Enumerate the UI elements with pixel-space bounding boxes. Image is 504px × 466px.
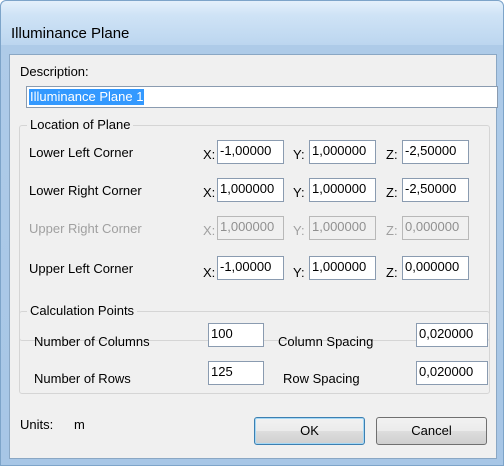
window-title: Illuminance Plane bbox=[11, 25, 130, 42]
upper-right-y-axis-label: Y: bbox=[293, 223, 305, 238]
lower-right-x-axis-label: X: bbox=[203, 185, 216, 200]
upper-left-z-axis-label: Z: bbox=[386, 265, 398, 280]
upper-left-x-axis-label: X: bbox=[203, 265, 216, 280]
columns-field[interactable]: 100 bbox=[208, 323, 264, 347]
rows-field[interactable]: 125 bbox=[208, 361, 264, 385]
lower-left-z-field[interactable]: -2,50000 bbox=[402, 140, 469, 164]
lower-right-z-field[interactable]: -2,50000 bbox=[402, 178, 469, 202]
upper-right-z-axis-label: Z: bbox=[386, 223, 398, 238]
lower-right-y-field[interactable]: 1,000000 bbox=[309, 178, 376, 202]
lower-left-z-axis-label: Z: bbox=[386, 147, 398, 162]
cancel-button[interactable]: Cancel bbox=[376, 417, 487, 445]
upper-right-y-field: 1,000000 bbox=[309, 216, 376, 240]
ok-button[interactable]: OK bbox=[254, 417, 365, 445]
upper-right-label: Upper Right Corner bbox=[29, 221, 142, 236]
upper-left-label: Upper Left Corner bbox=[29, 261, 134, 276]
lower-right-label: Lower Right Corner bbox=[29, 183, 142, 198]
lower-left-x-axis-label: X: bbox=[203, 147, 216, 162]
dialog-client-area: Description: Illuminance Plane 1 Locatio… bbox=[9, 54, 498, 459]
description-label: Description: bbox=[20, 64, 89, 79]
lower-right-y-axis-label: Y: bbox=[293, 185, 305, 200]
columns-label: Number of Columns bbox=[34, 334, 150, 349]
column-spacing-label: Column Spacing bbox=[278, 334, 374, 349]
upper-left-z-field[interactable]: 0,000000 bbox=[402, 256, 469, 280]
location-group-title: Location of Plane bbox=[27, 117, 134, 132]
row-spacing-label: Row Spacing bbox=[283, 371, 360, 386]
column-spacing-field[interactable]: 0,020000 bbox=[416, 323, 488, 347]
upper-right-z-field: 0,000000 bbox=[402, 216, 469, 240]
upper-right-x-axis-label: X: bbox=[203, 223, 216, 238]
upper-left-y-field[interactable]: 1,000000 bbox=[309, 256, 376, 280]
lower-left-y-axis-label: Y: bbox=[293, 147, 305, 162]
lower-right-z-axis-label: Z: bbox=[386, 185, 398, 200]
dialog-window: Illuminance Plane Description: Illuminan… bbox=[0, 0, 504, 466]
units-label: Units: bbox=[20, 417, 54, 432]
lower-left-label: Lower Left Corner bbox=[29, 145, 134, 160]
upper-left-y-axis-label: Y: bbox=[293, 265, 305, 280]
row-spacing-field[interactable]: 0,020000 bbox=[416, 361, 488, 385]
units-value: m bbox=[74, 417, 85, 432]
upper-left-x-field[interactable]: -1,00000 bbox=[217, 256, 284, 280]
lower-right-x-field[interactable]: 1,000000 bbox=[217, 178, 284, 202]
lower-left-x-field[interactable]: -1,00000 bbox=[217, 140, 284, 164]
description-value: Illuminance Plane 1 bbox=[29, 89, 145, 105]
lower-left-y-field[interactable]: 1,000000 bbox=[309, 140, 376, 164]
rows-label: Number of Rows bbox=[34, 371, 131, 386]
calculation-group-title: Calculation Points bbox=[27, 303, 138, 318]
title-bar[interactable]: Illuminance Plane bbox=[1, 1, 503, 45]
upper-right-x-field: 1,000000 bbox=[217, 216, 284, 240]
description-input[interactable]: Illuminance Plane 1 bbox=[26, 86, 498, 108]
